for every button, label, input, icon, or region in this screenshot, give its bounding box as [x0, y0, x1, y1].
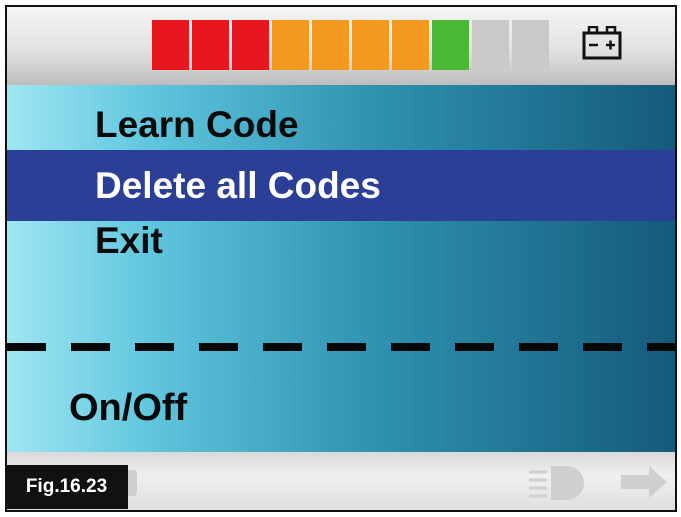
battery-level-bar	[152, 20, 549, 70]
divider-dash	[647, 343, 675, 351]
divider-dash	[391, 343, 430, 351]
battery-segment	[512, 20, 549, 70]
on-off-label: On/Off	[69, 387, 188, 429]
device-screen: Learn Code Delete all Codes Exit On/Off	[5, 5, 677, 512]
menu-item-delete-all-codes[interactable]: Delete all Codes	[7, 150, 675, 221]
light-icon[interactable]	[527, 464, 587, 502]
battery-icon	[582, 26, 622, 60]
divider-dash	[199, 343, 238, 351]
battery-segment	[232, 20, 269, 70]
status-bar	[7, 7, 675, 85]
dashed-divider	[7, 343, 675, 353]
battery-segment	[432, 20, 469, 70]
battery-segment	[392, 20, 429, 70]
battery-segment	[312, 20, 349, 70]
forward-arrow-icon[interactable]	[619, 464, 669, 500]
menu-item-learn-code[interactable]: Learn Code	[7, 97, 675, 153]
battery-segment	[272, 20, 309, 70]
divider-dash	[519, 343, 558, 351]
divider-dash	[135, 343, 174, 351]
menu-item-exit[interactable]: Exit	[7, 213, 675, 269]
divider-dash	[7, 343, 46, 351]
divider-dash	[583, 343, 622, 351]
battery-segment	[472, 20, 509, 70]
battery-segment	[352, 20, 389, 70]
battery-segment	[152, 20, 189, 70]
divider-dash	[327, 343, 366, 351]
battery-segment	[192, 20, 229, 70]
divider-dash	[263, 343, 302, 351]
divider-dash	[71, 343, 110, 351]
figure-label: Fig.16.23	[5, 465, 128, 509]
divider-dash	[455, 343, 494, 351]
menu-area: Learn Code Delete all Codes Exit On/Off	[7, 85, 675, 452]
